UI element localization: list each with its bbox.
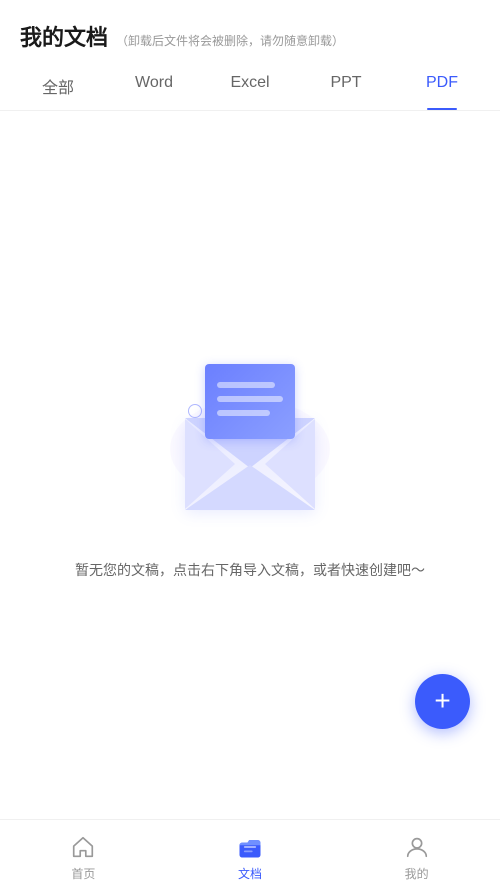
- tab-excel[interactable]: Excel: [202, 62, 298, 110]
- page-header: 我的文档 （卸载后文件将会被删除，请勿随意卸载）: [0, 0, 500, 62]
- outline-circle-decoration: [188, 404, 202, 418]
- page-title: 我的文档: [20, 20, 108, 52]
- page-subtitle: （卸载后文件将会被删除，请勿随意卸载）: [116, 32, 344, 49]
- tab-all[interactable]: 全部: [10, 62, 106, 110]
- nav-label-profile: 我的: [405, 865, 429, 882]
- plus-icon: +: [434, 687, 450, 715]
- tab-ppt[interactable]: PPT: [298, 62, 394, 110]
- bottom-navigation: 首页 文档 我的: [0, 819, 500, 894]
- user-icon: [403, 833, 431, 861]
- nav-label-document: 文档: [238, 865, 262, 882]
- nav-label-home: 首页: [71, 865, 95, 882]
- tab-pdf[interactable]: PDF: [394, 62, 490, 110]
- empty-illustration: [150, 349, 350, 529]
- nav-item-profile[interactable]: 我的: [333, 825, 500, 890]
- paper-line-3: [217, 410, 270, 416]
- paper-line-1: [217, 382, 275, 388]
- document-icon: [236, 833, 264, 861]
- tab-word[interactable]: Word: [106, 62, 202, 110]
- nav-item-home[interactable]: 首页: [0, 825, 167, 890]
- paper-line-2: [217, 396, 283, 402]
- paper-illustration: [205, 364, 295, 439]
- fab-add-button[interactable]: +: [415, 674, 470, 729]
- content-area: 暂无您的文稿，点击右下角导入文稿，或者快速创建吧～ +: [0, 111, 500, 819]
- tab-bar: 全部 Word Excel PPT PDF: [0, 62, 500, 111]
- nav-item-document[interactable]: 文档: [167, 825, 334, 890]
- empty-state-text: 暂无您的文稿，点击右下角导入文稿，或者快速创建吧～: [75, 559, 425, 581]
- home-icon: [69, 833, 97, 861]
